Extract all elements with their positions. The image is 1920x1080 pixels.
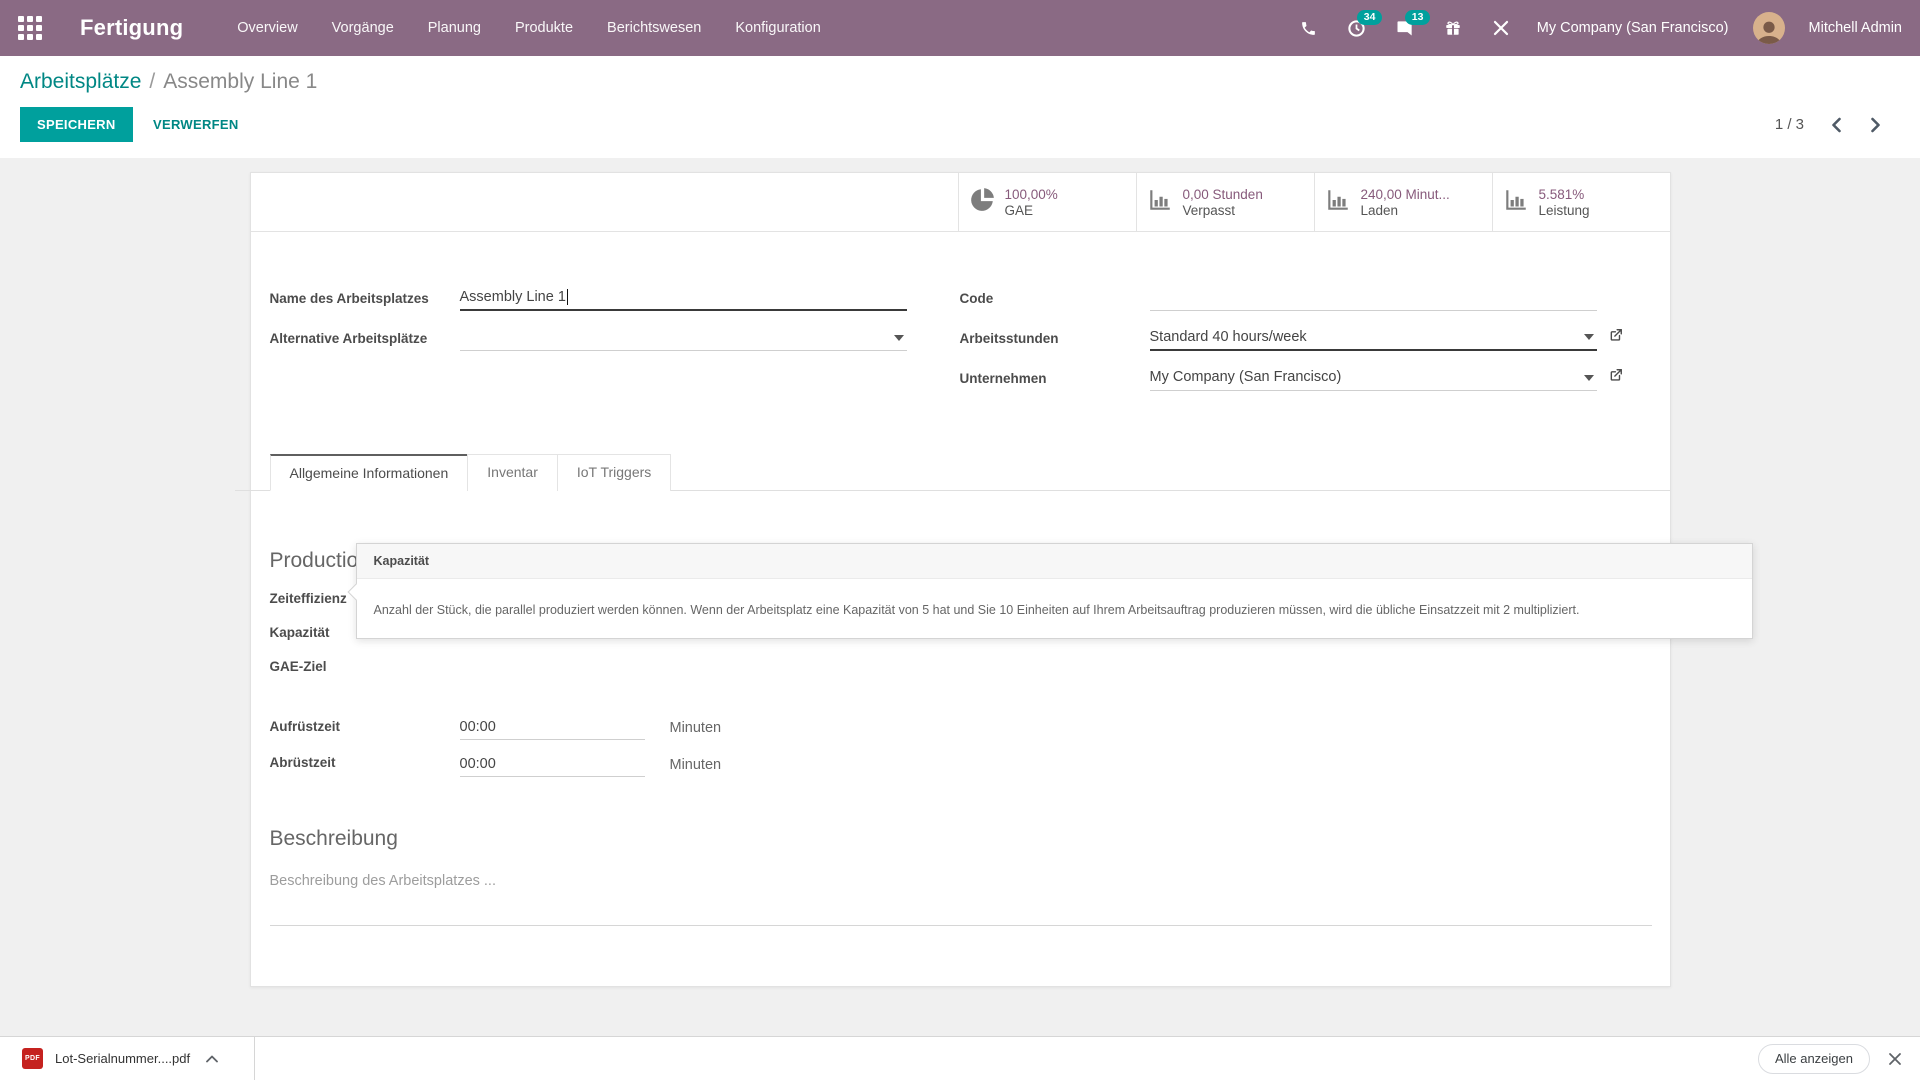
chevron-up-icon[interactable] — [202, 1055, 222, 1063]
notebook-tabs: Allgemeine Informationen Inventar IoT Tr… — [234, 454, 1670, 491]
alternative-workcenters-label: Alternative Arbeitsplätze — [269, 331, 428, 346]
code-input[interactable] — [1149, 286, 1597, 311]
gift-icon[interactable] — [1441, 16, 1465, 40]
chevron-down-icon[interactable] — [1583, 334, 1594, 340]
working-hours-label: Arbeitsstunden — [959, 331, 1059, 346]
name-label: Name des Arbeitsplatzes — [269, 291, 429, 306]
field-tooltip: Kapazität Anzahl der Stück, die parallel… — [347, 543, 1753, 639]
bar-chart-icon — [1503, 187, 1529, 218]
stat-oee-label: GAE — [1004, 202, 1034, 218]
stat-load-value: 240,00 Minut... — [1360, 186, 1450, 202]
alternative-workcenters-input[interactable] — [459, 326, 907, 351]
code-label: Code — [959, 291, 994, 306]
close-icon[interactable] — [1888, 1052, 1902, 1066]
text-cursor — [566, 289, 568, 305]
messages-badge: 13 — [1404, 10, 1431, 25]
oee-target-label: GAE-Ziel — [269, 659, 327, 674]
form-sheet: 100,00% GAE 0,00 Stunden Verpasst 240,00… — [234, 172, 1753, 987]
download-bar-divider — [254, 1037, 256, 1080]
pdf-file-icon: PDF — [22, 1048, 43, 1069]
menu-overview[interactable]: Overview — [237, 20, 297, 36]
user-avatar[interactable] — [1752, 12, 1785, 44]
external-link-icon[interactable] — [1609, 328, 1623, 351]
chevron-down-icon[interactable] — [893, 335, 904, 341]
stat-load-button[interactable]: 240,00 Minut... Laden — [1313, 173, 1492, 231]
bar-chart-icon — [1325, 187, 1351, 218]
description-input[interactable]: Beschreibung des Arbeitsplatzes ... — [270, 873, 1650, 889]
stat-performance-value: 5.581% — [1538, 186, 1585, 202]
description-title: Beschreibung — [269, 826, 398, 850]
company-input[interactable]: My Company (San Francisco) — [1149, 366, 1597, 391]
browser-download-bar: PDF Lot-Serialnummer....pdf Alle anzeige… — [0, 1036, 1920, 1080]
stat-oee-value: 100,00% — [1004, 186, 1058, 202]
phone-icon[interactable] — [1297, 16, 1321, 40]
bar-chart-icon — [1147, 187, 1173, 218]
record-pager: 1 / 3 — [1775, 116, 1882, 133]
breadcrumb-separator: / — [149, 70, 156, 93]
tab-allgemeine-informationen[interactable]: Allgemeine Informationen — [269, 454, 469, 491]
breadcrumb: Arbeitsplätze / Assembly Line 1 — [20, 70, 1900, 94]
pager-counter: 1 / 3 — [1774, 116, 1804, 133]
show-all-downloads-button[interactable]: Alle anzeigen — [1757, 1043, 1870, 1074]
company-switcher[interactable]: My Company (San Francisco) — [1537, 20, 1729, 36]
menu-vorgaenge[interactable]: Vorgänge — [332, 20, 394, 36]
external-link-icon[interactable] — [1609, 368, 1623, 391]
discard-button[interactable]: VERWERFEN — [137, 107, 255, 142]
save-button[interactable]: SPEICHERN — [20, 107, 133, 142]
menu-planung[interactable]: Planung — [428, 20, 481, 36]
pager-previous-icon[interactable] — [1830, 117, 1843, 133]
breadcrumb-parent[interactable]: Arbeitsplätze — [20, 70, 141, 93]
activity-badge: 34 — [1356, 10, 1383, 25]
app-name[interactable]: Fertigung — [80, 15, 183, 41]
company-label: Unternehmen — [959, 371, 1047, 386]
tools-icon[interactable] — [1489, 16, 1513, 40]
app-menu: Overview Vorgänge Planung Produkte Beric… — [237, 20, 821, 36]
tab-inventar[interactable]: Inventar — [467, 454, 558, 491]
description-separator — [269, 924, 1652, 926]
pager-next-icon[interactable] — [1869, 117, 1882, 133]
breadcrumb-current: Assembly Line 1 — [163, 70, 318, 93]
setup-time-label: Aufrüstzeit — [269, 719, 341, 734]
apps-menu-icon[interactable] — [18, 16, 42, 40]
form-view: 100,00% GAE 0,00 Stunden Verpasst 240,00… — [0, 172, 1920, 1038]
form-fields: Name des Arbeitsplatzes Assembly Line 1 … — [251, 232, 1670, 406]
stat-lost-label: Verpasst — [1182, 202, 1236, 218]
top-navbar: Fertigung Overview Vorgänge Planung Prod… — [0, 0, 1920, 56]
stat-lost-value: 0,00 Stunden — [1182, 186, 1263, 202]
stat-button-box: 100,00% GAE 0,00 Stunden Verpasst 240,00… — [250, 173, 1670, 232]
pie-chart-icon — [969, 187, 995, 218]
chevron-down-icon[interactable] — [1583, 375, 1594, 381]
menu-konfiguration[interactable]: Konfiguration — [735, 20, 820, 36]
stat-load-label: Laden — [1360, 202, 1399, 218]
activity-clock-icon[interactable]: 34 — [1345, 10, 1383, 40]
menu-berichtswesen[interactable]: Berichtswesen — [607, 20, 701, 36]
menu-produkte[interactable]: Produkte — [515, 20, 573, 36]
stat-performance-button[interactable]: 5.581% Leistung — [1491, 173, 1670, 231]
user-menu[interactable]: Mitchell Admin — [1809, 20, 1902, 36]
downloaded-file-name[interactable]: Lot-Serialnummer....pdf — [55, 1051, 190, 1066]
messages-icon[interactable]: 13 — [1393, 10, 1431, 40]
stat-oee-button[interactable]: 100,00% GAE — [957, 173, 1136, 231]
stat-lost-button[interactable]: 0,00 Stunden Verpasst — [1135, 173, 1314, 231]
cleanup-time-input[interactable]: 00:00 — [459, 754, 645, 777]
name-input[interactable]: Assembly Line 1 — [459, 286, 907, 311]
stat-performance-label: Leistung — [1538, 202, 1590, 218]
setup-time-unit: Minuten — [669, 720, 722, 737]
tab-iot-triggers[interactable]: IoT Triggers — [556, 454, 672, 491]
downloaded-file-chip[interactable]: PDF Lot-Serialnummer....pdf — [0, 1048, 240, 1069]
setup-time-input[interactable]: 00:00 — [459, 717, 645, 741]
cleanup-time-label: Abrüstzeit — [269, 755, 336, 771]
control-panel: Arbeitsplätze / Assembly Line 1 SPEICHERN … — [0, 56, 1920, 158]
tooltip-body: Anzahl der Stück, die parallel produzier… — [373, 603, 1580, 617]
working-hours-input[interactable]: Standard 40 hours/week — [1149, 326, 1597, 351]
tooltip-title: Kapazität — [356, 544, 1752, 579]
cleanup-time-unit: Minuten — [669, 756, 722, 773]
